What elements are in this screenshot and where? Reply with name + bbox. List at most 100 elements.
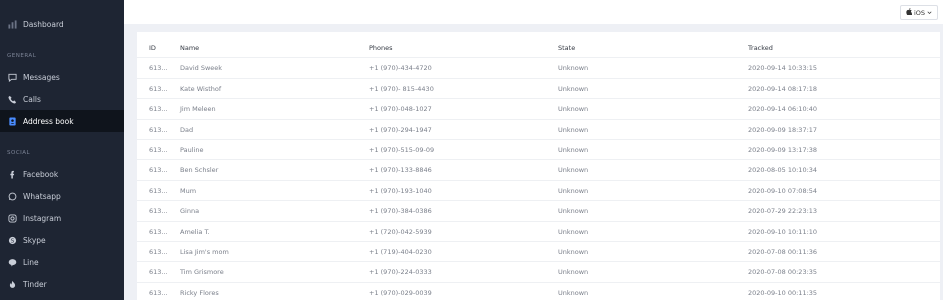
- flame-icon: [8, 280, 17, 289]
- cell-id: 613...: [149, 64, 168, 73]
- cell-phone: +1 (719)-404-0230: [369, 248, 432, 256]
- platform-select-label: iOS: [913, 8, 926, 17]
- sidebar-item-dashboard[interactable]: Dashboard: [0, 13, 124, 35]
- cell-phone: +1 (970)-048-1027: [369, 105, 432, 114]
- table-row[interactable]: 613... Ben Schsler +1 (970)-133-8846 Unk…: [137, 159, 940, 179]
- cell-phone: +1 (970)-515-09-09: [369, 146, 435, 154]
- sidebar-item-label: Skype: [23, 235, 46, 245]
- sidebar-item-skype[interactable]: S Skype: [0, 229, 124, 251]
- top-bar: iOS: [124, 0, 943, 24]
- cell-tracked: 2020-09-14 08:17:18: [748, 84, 818, 93]
- sidebar-item-label: Facebook: [23, 169, 59, 179]
- cell-phone: +1 (970)-384-0386: [369, 207, 432, 216]
- cell-phone: +1 (970)-294-1947: [369, 125, 432, 134]
- cell-phone: +1 (720)-042-5939: [369, 227, 432, 236]
- sidebar-item-tinder[interactable]: Tinder: [0, 273, 124, 295]
- table-row[interactable]: 613... Lisa Jim's mom +1 (719)-404-0230 …: [137, 241, 940, 261]
- cell-state: Unknown: [558, 84, 589, 93]
- column-header-state[interactable]: State: [558, 44, 575, 52]
- cell-id: 613...: [149, 105, 168, 114]
- cell-tracked: 2020-09-09 13:17:38: [748, 146, 818, 154]
- section-label-social: SOCIAL: [7, 150, 31, 156]
- cell-tracked: 2020-08-05 10:10:34: [748, 166, 818, 175]
- cell-name: Tim Grismore: [180, 268, 224, 277]
- platform-select[interactable]: iOS: [900, 5, 938, 20]
- cell-id: 613...: [149, 84, 168, 93]
- table-row[interactable]: 613... Kate Wisthof +1 (970)- 815-4430 U…: [137, 77, 940, 98]
- cell-id: 613...: [149, 186, 168, 195]
- cell-tracked: 2020-07-29 22:23:13: [748, 207, 818, 216]
- cell-name: Ginna: [180, 207, 200, 216]
- table-row[interactable]: 613... Amelia T. +1 (720)-042-5939 Unkno…: [137, 220, 940, 241]
- cell-state: Unknown: [558, 125, 589, 134]
- contacts-table: ID Name Phones State Tracked 613... Davi…: [137, 32, 940, 300]
- cell-phone: +1 (970)-224-0333: [369, 268, 432, 277]
- cell-tracked: 2020-09-14 06:10:40: [748, 105, 818, 114]
- table-row[interactable]: 613... Ricky Flores +1 (970)-029-0039 Un…: [137, 281, 940, 300]
- cell-name: Pauline: [180, 146, 204, 154]
- table-row[interactable]: 613... Dad +1 (970)-294-1947 Unknown 202…: [137, 118, 940, 139]
- sidebar-item-messages[interactable]: Messages: [0, 66, 124, 88]
- cell-phone: +1 (970)- 815-4430: [369, 84, 434, 93]
- sidebar-item-instagram[interactable]: Instagram: [0, 207, 124, 229]
- table-row[interactable]: 613... Tim Grismore +1 (970)-224-0333 Un…: [137, 261, 940, 281]
- cell-state: Unknown: [558, 268, 589, 277]
- sidebar-item-label: Messages: [23, 72, 60, 82]
- cell-state: Unknown: [558, 186, 589, 195]
- cell-name: Kate Wisthof: [180, 84, 222, 93]
- table-row[interactable]: 613... Mum +1 (970)-193-1040 Unknown 202…: [137, 179, 940, 200]
- svg-text:S: S: [11, 238, 15, 244]
- instagram-icon: [8, 213, 17, 223]
- cell-name: David Sweek: [180, 64, 223, 73]
- cell-state: Unknown: [558, 105, 589, 114]
- column-header-id[interactable]: ID: [149, 44, 156, 52]
- cell-state: Unknown: [558, 166, 589, 175]
- table-row[interactable]: 613... Ginna +1 (970)-384-0386 Unknown 2…: [137, 200, 940, 220]
- cell-id: 613...: [149, 268, 168, 277]
- cell-tracked: 2020-07-08 00:11:36: [748, 248, 818, 256]
- cell-id: 613...: [149, 146, 168, 154]
- sidebar-item-label: Address book: [23, 116, 74, 126]
- section-label-general: GENERAL: [7, 53, 37, 59]
- sidebar: Dashboard GENERAL Messages Calls Address…: [0, 0, 124, 300]
- cell-id: 613...: [149, 248, 168, 256]
- column-header-phones[interactable]: Phones: [369, 44, 393, 52]
- sidebar-item-line[interactable]: Line: [0, 251, 124, 273]
- cell-name: Dad: [180, 125, 194, 134]
- cell-tracked: 2020-07-08 00:23:35: [748, 268, 818, 277]
- chevron-down-icon: [927, 9, 932, 17]
- column-header-name[interactable]: Name: [180, 44, 199, 52]
- skype-icon: S: [8, 236, 17, 245]
- address-book-icon: [8, 116, 17, 126]
- cell-state: Unknown: [558, 64, 589, 73]
- sidebar-item-label: Dashboard: [23, 19, 64, 29]
- sidebar-item-address-book[interactable]: Address book: [0, 110, 124, 132]
- cell-id: 613...: [149, 227, 168, 236]
- cell-phone: +1 (970)-029-0039: [369, 288, 432, 297]
- facebook-icon: [8, 170, 17, 179]
- sidebar-item-whatsapp[interactable]: Whatsapp: [0, 185, 124, 207]
- sidebar-item-label: Calls: [23, 94, 41, 104]
- sidebar-item-label: Tinder: [23, 279, 47, 289]
- cell-state: Unknown: [558, 248, 589, 256]
- cell-name: Mum: [180, 186, 197, 195]
- table-row[interactable]: 613... David Sweek +1 (970)-434-4720 Unk…: [137, 57, 940, 77]
- cell-tracked: 2020-09-09 18:37:17: [748, 125, 818, 134]
- cell-state: Unknown: [558, 288, 589, 297]
- chat-bubble-icon: [8, 73, 17, 82]
- table-row[interactable]: 613... Pauline +1 (970)-515-09-09 Unknow…: [137, 139, 940, 159]
- phone-icon: [8, 95, 17, 104]
- apple-icon: [906, 8, 913, 17]
- cell-phone: +1 (970)-133-8846: [369, 166, 432, 175]
- cell-name: Amelia T.: [180, 227, 210, 236]
- table-row[interactable]: 613... Jim Meleen +1 (970)-048-1027 Unkn…: [137, 98, 940, 118]
- column-header-tracked[interactable]: Tracked: [748, 44, 773, 52]
- cell-name: Ben Schsler: [180, 166, 219, 175]
- cell-id: 613...: [149, 207, 168, 216]
- sidebar-item-label: Whatsapp: [23, 191, 61, 201]
- sidebar-item-facebook[interactable]: Facebook: [0, 163, 124, 185]
- whatsapp-icon: [8, 192, 17, 201]
- sidebar-item-calls[interactable]: Calls: [0, 88, 124, 110]
- cell-name: Lisa Jim's mom: [180, 248, 229, 256]
- bar-chart-icon: [8, 19, 17, 29]
